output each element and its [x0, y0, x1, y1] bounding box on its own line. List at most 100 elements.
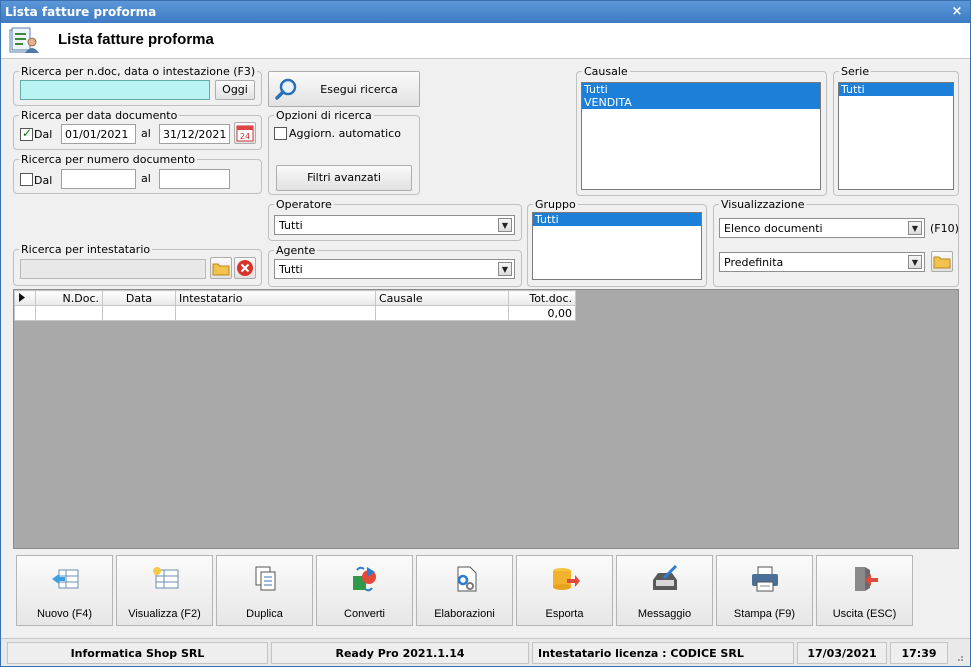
- table-header-row: N.Doc. Data Intestatario Causale Tot.doc…: [14, 290, 576, 306]
- header: Lista fatture proforma: [1, 23, 970, 59]
- row-indicator: [14, 305, 36, 321]
- date-search-legend: Ricerca per data documento: [21, 109, 178, 122]
- view-button[interactable]: Visualizza (F2): [116, 555, 213, 626]
- title-bar: Lista fatture proforma ×: [1, 1, 970, 23]
- visualizzazione-group: Visualizzazione: [713, 198, 959, 287]
- options-legend: Opzioni di ricerca: [276, 109, 372, 122]
- message-icon: [653, 564, 678, 590]
- gruppo-legend: Gruppo: [535, 198, 576, 211]
- export-button[interactable]: Esporta: [516, 555, 613, 626]
- causale-legend: Causale: [584, 65, 628, 78]
- row-indicator-header: [14, 290, 36, 306]
- close-icon[interactable]: ×: [950, 1, 964, 23]
- new-button[interactable]: Nuovo (F4): [16, 555, 113, 626]
- view-mode-select[interactable]: Elenco documenti ▼: [719, 218, 925, 238]
- execute-search-button[interactable]: Esegui ricerca: [268, 71, 420, 107]
- folder-icon: [212, 263, 230, 276]
- resize-grip-icon[interactable]: [954, 652, 964, 662]
- serie-item-tutti[interactable]: Tutti: [839, 83, 953, 96]
- exit-button-label: Uscita (ESC): [832, 608, 897, 620]
- auto-update-checkbox[interactable]: [274, 127, 287, 140]
- documents-grid[interactable]: N.Doc. Data Intestatario Causale Tot.doc…: [13, 289, 959, 549]
- exit-icon: [855, 567, 878, 591]
- convert-button[interactable]: Converti: [316, 555, 413, 626]
- page-title: Lista fatture proforma: [58, 31, 214, 48]
- col-header-data[interactable]: Data: [102, 290, 176, 306]
- intestatario-clear-button[interactable]: [234, 257, 256, 279]
- cell-ndoc: [35, 305, 103, 321]
- number-from-field[interactable]: [61, 169, 136, 189]
- cell-causale: [375, 305, 509, 321]
- cell-data: [102, 305, 176, 321]
- intestatario-field[interactable]: [20, 259, 206, 279]
- causale-listbox[interactable]: Tutti VENDITA: [581, 82, 821, 190]
- duplicate-button[interactable]: Duplica: [216, 555, 313, 626]
- date-from-label: Dal: [34, 128, 53, 141]
- view-mode-shortcut: (F10): [930, 222, 959, 235]
- process-icon: [457, 566, 477, 592]
- agente-value: Tutti: [279, 263, 303, 276]
- cell-totdoc: 0,00: [508, 305, 576, 321]
- status-license: Intestatario licenza : CODICE SRL: [532, 642, 794, 664]
- layout-select[interactable]: Predefinita ▼: [719, 252, 925, 272]
- duplicate-button-label: Duplica: [246, 608, 283, 620]
- number-from-checkbox[interactable]: [20, 173, 33, 186]
- col-header-intestatario[interactable]: Intestatario: [175, 290, 376, 306]
- gruppo-item-tutti[interactable]: Tutti: [533, 213, 701, 226]
- convert-icon: [353, 566, 376, 592]
- operatore-select[interactable]: Tutti ▼: [274, 215, 515, 235]
- causale-item-vendita[interactable]: VENDITA: [582, 96, 820, 109]
- triangle-right-icon: [19, 292, 25, 302]
- cell-intestatario: [175, 305, 376, 321]
- visualizzazione-legend: Visualizzazione: [721, 198, 805, 211]
- search-input[interactable]: [20, 80, 210, 100]
- chevron-down-icon[interactable]: ▼: [908, 255, 922, 269]
- new-button-label: Nuovo (F4): [36, 608, 93, 620]
- export-icon: [553, 568, 580, 590]
- number-to-field[interactable]: [159, 169, 230, 189]
- gruppo-listbox[interactable]: Tutti: [532, 212, 702, 280]
- chevron-down-icon[interactable]: ▼: [498, 262, 512, 276]
- chevron-down-icon[interactable]: ▼: [498, 218, 512, 232]
- col-header-totdoc[interactable]: Tot.doc.: [508, 290, 576, 306]
- checkmark-icon: ✓: [22, 126, 33, 140]
- intestatario-legend: Ricerca per intestatario: [21, 243, 151, 256]
- layout-folder-button[interactable]: [931, 251, 953, 272]
- advanced-filters-button[interactable]: Filtri avanzati: [276, 165, 412, 191]
- number-from-label: Dal: [34, 174, 53, 187]
- date-from-checkbox[interactable]: ✓: [20, 126, 33, 141]
- print-button[interactable]: Stampa (F9): [716, 555, 813, 626]
- clear-icon: [237, 260, 253, 276]
- document-list-icon: [9, 27, 39, 53]
- message-button-label: Messaggio: [637, 608, 692, 620]
- intestatario-browse-button[interactable]: [210, 257, 232, 279]
- process-button-label: Elaborazioni: [434, 608, 495, 620]
- print-button-label: Stampa (F9): [733, 608, 796, 620]
- status-bar: Informatica Shop SRL Ready Pro 2021.1.14…: [1, 638, 970, 666]
- auto-update-label: Aggiorn. automatico: [289, 127, 401, 140]
- documents-table: N.Doc. Data Intestatario Causale Tot.doc…: [14, 290, 576, 321]
- causale-item-tutti[interactable]: Tutti: [582, 83, 820, 96]
- chevron-down-icon[interactable]: ▼: [908, 221, 922, 235]
- search-group-legend: Ricerca per n.doc, data o intestazione (…: [21, 65, 256, 78]
- process-button[interactable]: Elaborazioni: [416, 555, 513, 626]
- col-header-ndoc[interactable]: N.Doc.: [35, 290, 103, 306]
- view-mode-value: Elenco documenti: [724, 222, 823, 235]
- today-button[interactable]: Oggi: [215, 80, 255, 100]
- view-document-icon: [153, 567, 179, 589]
- calendar-button[interactable]: 24: [234, 122, 256, 144]
- serie-listbox[interactable]: Tutti: [838, 82, 954, 190]
- status-date: 17/03/2021: [797, 642, 887, 664]
- window-title: Lista fatture proforma: [5, 5, 157, 19]
- print-icon: [752, 566, 778, 592]
- col-header-causale[interactable]: Causale: [375, 290, 509, 306]
- agente-select[interactable]: Tutti ▼: [274, 259, 515, 279]
- date-to-field[interactable]: [159, 124, 230, 144]
- exit-button[interactable]: Uscita (ESC): [816, 555, 913, 626]
- number-search-legend: Ricerca per numero documento: [21, 153, 196, 166]
- table-row[interactable]: 0,00: [14, 305, 576, 321]
- message-button[interactable]: Messaggio: [616, 555, 713, 626]
- date-from-field[interactable]: [61, 124, 136, 144]
- view-button-label: Visualizza (F2): [128, 608, 201, 620]
- number-to-label: al: [141, 172, 151, 185]
